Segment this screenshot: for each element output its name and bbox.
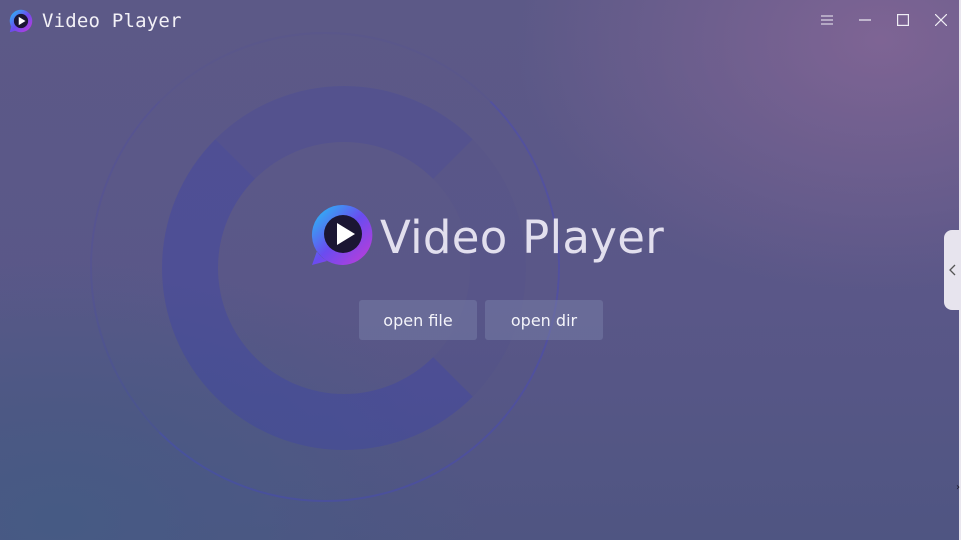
side-panel-toggle[interactable] — [944, 230, 961, 310]
menu-button[interactable] — [812, 6, 842, 34]
window-title: Video Player — [42, 10, 182, 32]
open-dir-button[interactable]: open dir — [485, 300, 603, 340]
app-name-heading: Video Player — [380, 211, 665, 264]
video-player-logo-icon — [308, 203, 374, 267]
app-logo-icon — [9, 9, 33, 33]
open-file-button[interactable]: open file — [359, 300, 477, 340]
close-button[interactable] — [926, 6, 956, 34]
minimize-icon — [859, 15, 871, 25]
maximize-icon — [897, 14, 909, 26]
decorative-inner-ring — [162, 86, 526, 450]
title-bar: Video Player — [0, 0, 961, 42]
hamburger-menu-icon — [821, 15, 833, 25]
minimize-button[interactable] — [850, 6, 880, 34]
close-icon — [935, 14, 947, 26]
resize-grip[interactable]: › — [956, 482, 960, 493]
maximize-button[interactable] — [888, 6, 918, 34]
chevron-left-icon — [948, 261, 957, 280]
